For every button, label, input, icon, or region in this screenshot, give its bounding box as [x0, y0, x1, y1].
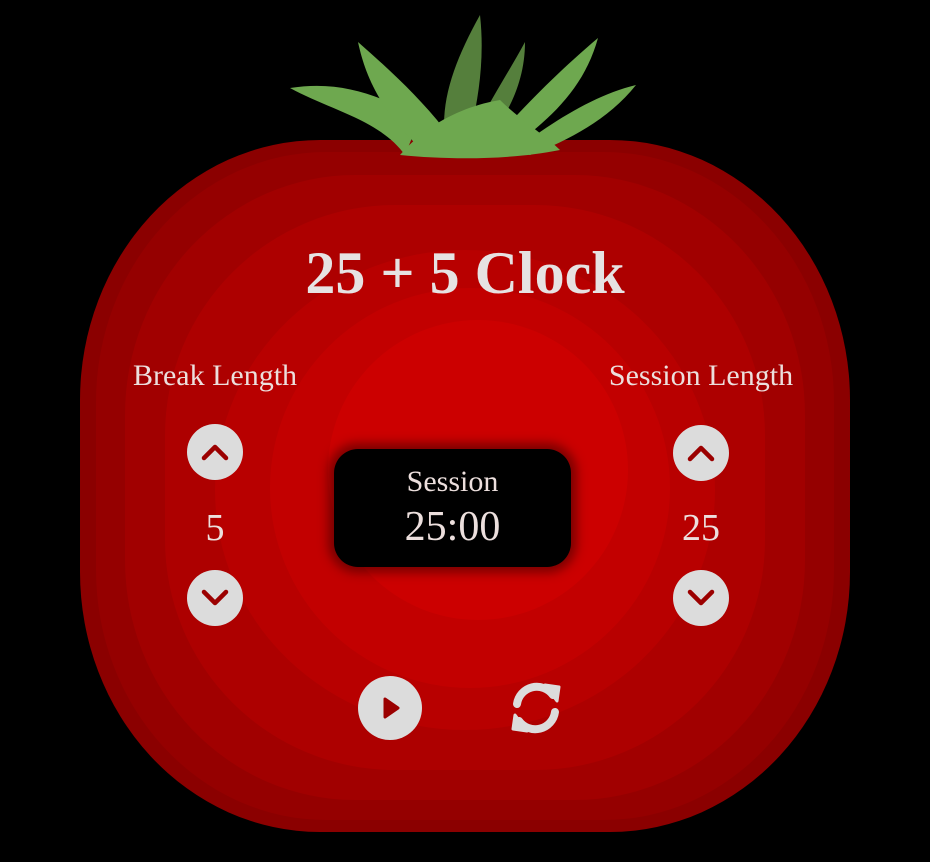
- play-icon: [383, 697, 400, 719]
- session-length-label: Session Length: [608, 359, 794, 392]
- reset-button[interactable]: [503, 676, 569, 740]
- session-length-value: 25: [682, 507, 720, 549]
- chevron-up-icon: [201, 444, 229, 461]
- break-decrement-button[interactable]: [187, 570, 243, 626]
- break-length-label: Break Length: [132, 359, 298, 392]
- chevron-down-icon: [201, 589, 229, 606]
- tomato-stem-icon: [290, 15, 636, 159]
- start-stop-button[interactable]: [358, 676, 422, 740]
- app-stage: 25 + 5 Clock Break Length Session Length…: [0, 0, 930, 862]
- timer-label: Session: [406, 465, 499, 498]
- chevron-down-icon: [687, 589, 715, 606]
- timer-display: Session 25:00: [334, 449, 571, 567]
- page-title: 25 + 5 Clock: [305, 240, 625, 306]
- chevron-up-icon: [687, 445, 715, 462]
- break-length-value: 5: [205, 507, 225, 549]
- session-increment-button[interactable]: [673, 425, 729, 481]
- tomato-illustration: [80, 15, 850, 832]
- break-increment-button[interactable]: [187, 424, 243, 480]
- time-left: 25:00: [404, 504, 501, 550]
- session-decrement-button[interactable]: [673, 570, 729, 626]
- refresh-icon: [511, 682, 561, 734]
